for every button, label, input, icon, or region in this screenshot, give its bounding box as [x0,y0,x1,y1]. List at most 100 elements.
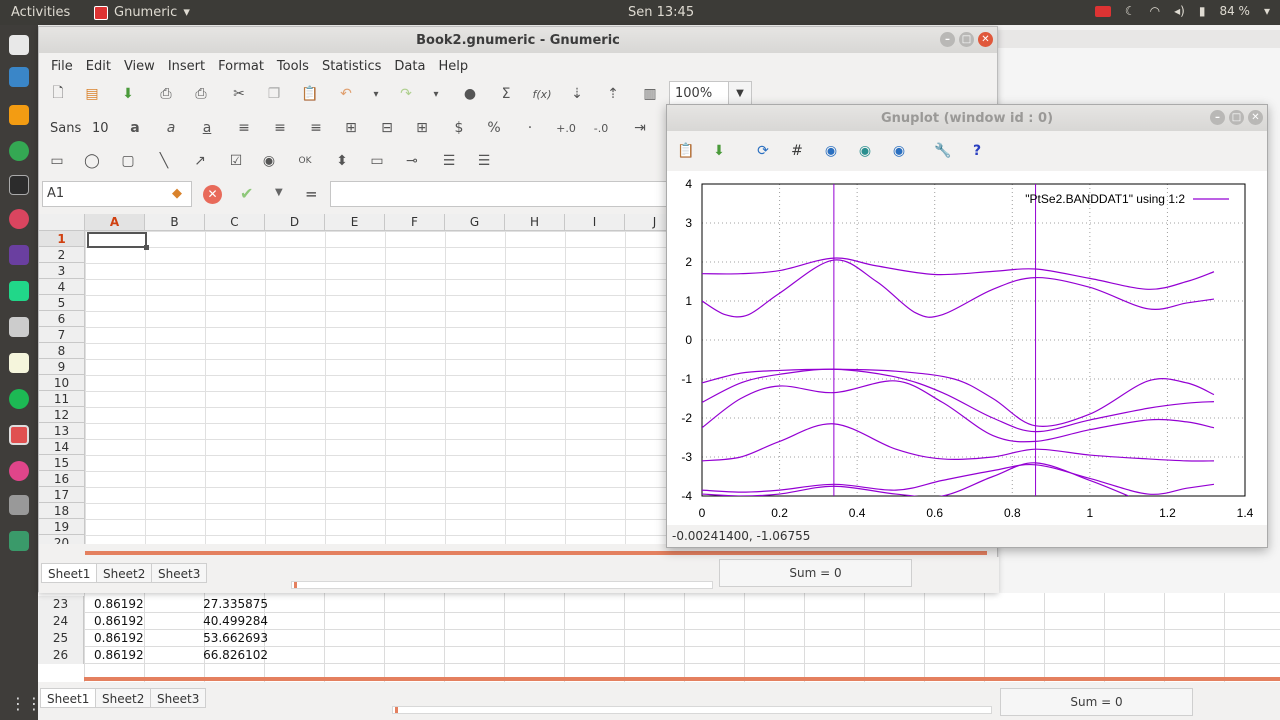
name-box[interactable]: A1 [42,181,192,207]
chevron-down-icon[interactable]: ▾ [1264,4,1270,18]
checkbox-icon[interactable]: ☑ [225,150,247,172]
system-tray[interactable]: ☾ ◠ ◂) ▮ 84 % ▾ [1094,4,1270,18]
formula-equals[interactable]: = [305,185,318,203]
gnumeric-dock-icon[interactable] [9,425,29,445]
cell-b[interactable]: 27.335875 [156,596,268,613]
merge-icon[interactable]: ⊞ [340,117,362,139]
combo-icon[interactable]: ☰ [473,150,495,172]
percent-icon[interactable]: % [483,117,505,139]
sheet-tab-1[interactable]: Sheet1 [41,563,98,583]
redo-icon[interactable]: ↷ [395,83,417,105]
band-structure-plot[interactable]: 0 0.2 0.4 0.6 0.8 1 1.2 1.4 4 3 2 1 0 -1 -2 -3 -4 "PtSe2.… [667,171,1267,525]
spotify-icon[interactable] [9,389,29,409]
audio-icon[interactable] [9,461,29,481]
row-header[interactable]: 14 [39,439,85,455]
sublime-icon[interactable] [9,105,29,125]
files-icon[interactable] [9,35,29,55]
row-header[interactable]: 5 [39,295,85,311]
formula-input[interactable] [330,181,710,207]
settings-icon[interactable] [9,495,29,515]
sheet-tab-1[interactable]: Sheet1 [40,688,97,708]
spin-button-icon[interactable]: ⬍ [331,150,353,172]
scrollbar-widget-icon[interactable]: ▭ [366,150,388,172]
row-header[interactable]: 15 [39,455,85,471]
row-header[interactable]: 19 [39,519,85,535]
font-name[interactable]: Sans [50,121,81,136]
rectangle-icon[interactable]: ▭ [46,150,68,172]
decrease-decimals-icon[interactable]: -.0 [590,117,612,139]
row-header[interactable]: 8 [39,343,85,359]
menu-format[interactable]: Format [212,59,271,74]
menu-insert[interactable]: Insert [162,59,212,74]
column-header[interactable]: D [265,214,325,231]
screen-icon[interactable] [9,245,29,265]
save-icon[interactable]: ⬇ [117,83,139,105]
column-header[interactable]: A [85,214,145,231]
menu-statistics[interactable]: Statistics [316,59,388,74]
camera-app-icon[interactable] [9,317,29,337]
cancel-icon[interactable]: ✕ [203,185,222,204]
arrow-icon[interactable]: ↗ [189,150,211,172]
menu-file[interactable]: File [45,59,80,74]
writer-icon[interactable] [9,67,29,87]
row-header[interactable]: 18 [39,503,85,519]
horizontal-scrollbar[interactable] [291,581,713,589]
window-titlebar[interactable]: Book2.gnumeric - Gnumeric – □ ✕ [39,27,997,53]
sort-ascending-icon[interactable]: ⇣ [566,83,588,105]
increase-decimals-icon[interactable]: +.0 [555,117,577,139]
zoom-next-icon[interactable]: ◉ [855,141,875,161]
replot-icon[interactable]: ⟳ [753,141,773,161]
row-header[interactable]: 20 [39,535,85,544]
wifi-icon[interactable]: ◠ [1150,4,1160,18]
redo-dropdown-icon[interactable]: ▾ [425,83,447,105]
battery-icon[interactable]: ▮ [1199,4,1206,18]
row-header[interactable]: 2 [39,247,85,263]
column-header[interactable]: H [505,214,565,231]
sheet-tab-3[interactable]: Sheet3 [151,563,208,583]
radio-button-icon[interactable]: ◉ [258,150,280,172]
help-icon[interactable]: ? [967,141,987,161]
volume-icon[interactable]: ◂) [1174,4,1185,18]
table-row[interactable]: 23 0.86192 27.335875 [38,596,1280,613]
row-header[interactable]: 1 [39,231,85,247]
menu-view[interactable]: View [118,59,162,74]
scrollbar-thumb[interactable] [395,707,398,713]
list-icon[interactable]: ☰ [438,150,460,172]
undo-icon[interactable]: ↶ [335,83,357,105]
column-header[interactable]: G [445,214,505,231]
active-cell-cursor[interactable] [87,232,147,248]
fill-handle[interactable] [144,245,149,250]
formula-dropdown-icon[interactable]: ▼ [275,187,283,198]
menu-help[interactable]: Help [432,59,475,74]
column-header[interactable]: I [565,214,625,231]
close-button[interactable]: ✕ [978,32,993,47]
bold-icon[interactable]: a [124,117,146,139]
button-widget-icon[interactable]: OK [294,150,316,172]
select-all-corner[interactable] [39,214,85,231]
column-header[interactable]: E [325,214,385,231]
close-button[interactable]: ✕ [1248,110,1263,125]
align-right-icon[interactable]: ≡ [305,117,327,139]
row-header[interactable]: 26 [38,647,84,664]
cut-icon[interactable]: ✂ [228,83,250,105]
row-header[interactable]: 9 [39,359,85,375]
row-header[interactable]: 16 [39,471,85,487]
sheet-tab-3[interactable]: Sheet3 [150,688,207,708]
cell-a[interactable]: 0.86192 [94,613,144,630]
name-box-icon[interactable]: ◆ [172,186,182,201]
options-icon[interactable]: 🔧 [933,141,953,161]
undo-dropdown-icon[interactable]: ▾ [365,83,387,105]
scrollbar-thumb[interactable] [294,582,297,588]
frame-icon[interactable]: ▢ [117,150,139,172]
terminal-icon[interactable] [9,175,29,195]
unzoom-icon[interactable]: ◉ [889,141,909,161]
show-apps-icon[interactable]: ⋮⋮ [10,695,42,713]
align-left-icon[interactable]: ≡ [233,117,255,139]
align-center-icon[interactable]: ≡ [269,117,291,139]
menu-data[interactable]: Data [388,59,432,74]
text-editor-icon[interactable] [9,353,29,373]
zoom-dropdown-icon[interactable]: ▼ [728,81,752,106]
row-header[interactable]: 13 [39,423,85,439]
print-preview-icon[interactable]: ⎙ [190,83,212,105]
chart-icon[interactable]: ▥ [639,83,661,105]
